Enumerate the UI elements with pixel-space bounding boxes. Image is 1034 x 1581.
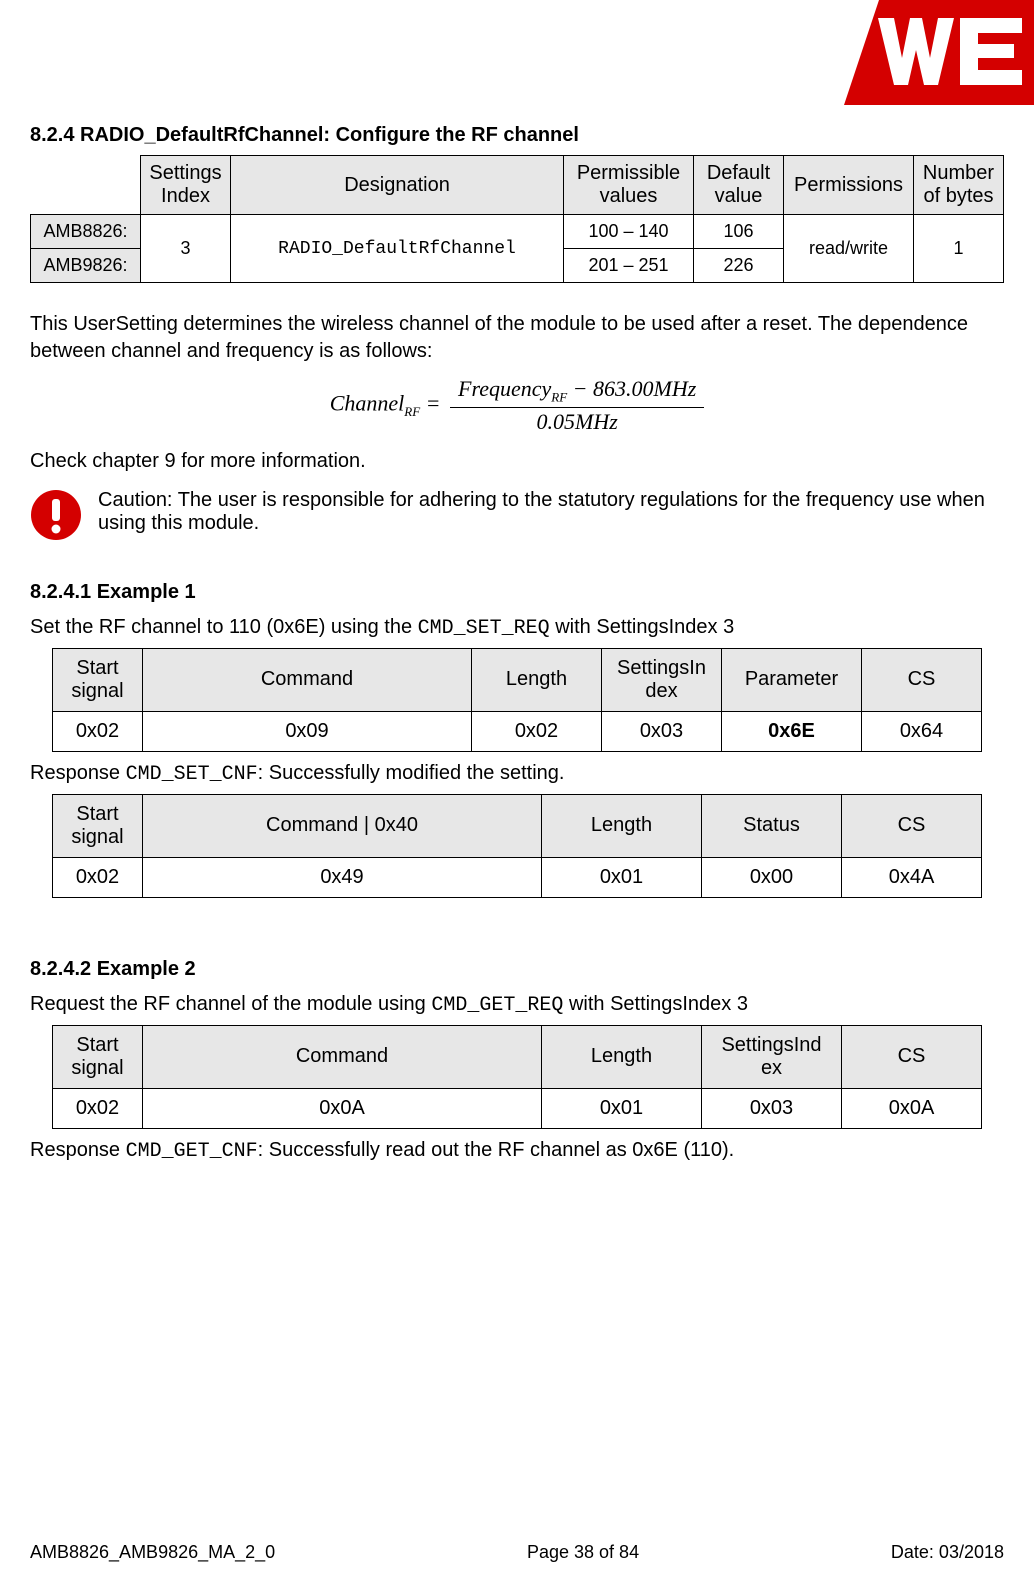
ex1b-th-cs: CS — [842, 794, 982, 857]
ex1a-param: 0x6E — [722, 711, 862, 751]
ex2-intro-b: with SettingsIndex 3 — [563, 993, 748, 1015]
ex1-intro-a: Set the RF channel to 110 (0x6E) using t… — [30, 616, 418, 638]
ex1b-th-start: Start signal — [53, 794, 143, 857]
example2-intro: Request the RF channel of the module usi… — [30, 991, 1004, 1019]
ex2a-command: 0x0A — [143, 1088, 542, 1128]
formula-mhz-1: MHz — [654, 376, 697, 401]
ex2a-th-length: Length — [542, 1025, 702, 1088]
ex2a-settings: 0x03 — [702, 1088, 842, 1128]
check-chapter: Check chapter 9 for more information. — [30, 448, 1004, 475]
footer-left: AMB8826_AMB9826_MA_2_0 — [30, 1542, 275, 1563]
ex1-response-text: Response CMD_SET_CNF: Successfully modif… — [30, 760, 1004, 788]
ex1a-settings: 0x03 — [602, 711, 722, 751]
cell-default-2: 226 — [694, 249, 784, 283]
page-footer: AMB8826_AMB9826_MA_2_0 Page 38 of 84 Dat… — [30, 1542, 1004, 1563]
ex1a-th-start: Start signal — [53, 648, 143, 711]
cell-default-1: 106 — [694, 215, 784, 249]
ex1-intro-b: with SettingsIndex 3 — [550, 616, 735, 638]
ex1b-cs: 0x4A — [842, 857, 982, 897]
ex1b-command: 0x49 — [143, 857, 542, 897]
th-default: Default value — [694, 156, 784, 215]
ex2-resp-cmd: CMD_GET_CNF — [126, 1140, 258, 1163]
ex2a-th-command: Command — [143, 1025, 542, 1088]
ex2a-th-cs: CS — [842, 1025, 982, 1088]
ex1a-th-cs: CS — [862, 648, 982, 711]
empty-cell — [31, 156, 141, 215]
ex1a-cs: 0x64 — [862, 711, 982, 751]
ex2a-th-settings: SettingsInd ex — [702, 1025, 842, 1088]
ex2-req-table: Start signal Command Length SettingsInd … — [52, 1025, 982, 1129]
ex2-intro-cmd: CMD_GET_REQ — [431, 994, 563, 1017]
ex1b-length: 0x01 — [542, 857, 702, 897]
formula-rf-sub-1: RF — [404, 404, 420, 419]
formula-channel: Channel — [330, 390, 405, 415]
ex1a-th-command: Command — [143, 648, 472, 711]
cell-settings-index: 3 — [141, 215, 231, 283]
formula-mhz-2: MHz — [575, 409, 618, 434]
formula-rf-sub-2: RF — [551, 389, 567, 404]
ex1-resp-a: Response — [30, 762, 126, 784]
ex1a-th-settings: SettingsIn dex — [602, 648, 722, 711]
ex1-intro-cmd: CMD_SET_REQ — [418, 617, 550, 640]
ex1a-th-param: Parameter — [722, 648, 862, 711]
cell-permissible-1: 100 – 140 — [564, 215, 694, 249]
ex1-resp-b: : Successfully modified the setting. — [258, 762, 565, 784]
cell-designation: RADIO_DefaultRfChannel — [231, 215, 564, 283]
row-label-amb8826: AMB8826: — [31, 215, 141, 249]
ex1b-th-length: Length — [542, 794, 702, 857]
th-designation: Designation — [231, 156, 564, 215]
ex1a-length: 0x02 — [472, 711, 602, 751]
ex2a-th-start: Start signal — [53, 1025, 143, 1088]
cell-permissions: read/write — [784, 215, 914, 283]
cell-permissible-2: 201 – 251 — [564, 249, 694, 283]
cell-numbytes: 1 — [914, 215, 1004, 283]
ex2-response-text: Response CMD_GET_CNF: Successfully read … — [30, 1137, 1004, 1165]
ex1a-th-length: Length — [472, 648, 602, 711]
footer-center: Page 38 of 84 — [527, 1542, 639, 1563]
ex1b-start: 0x02 — [53, 857, 143, 897]
formula-den-val: 0.05 — [537, 409, 576, 434]
ex1a-command: 0x09 — [143, 711, 472, 751]
th-permissions: Permissions — [784, 156, 914, 215]
formula: ChannelRF = FrequencyRF − 863.00MHz 0.05… — [30, 377, 1004, 434]
caution-icon — [30, 489, 82, 541]
ex1b-th-status: Status — [702, 794, 842, 857]
intro-paragraph: This UserSetting determines the wireless… — [30, 311, 1004, 365]
ex1-cnf-table: Start signal Command | 0x40 Length Statu… — [52, 794, 982, 898]
ex1-req-table: Start signal Command Length SettingsIn d… — [52, 648, 982, 752]
ex2a-cs: 0x0A — [842, 1088, 982, 1128]
ex2a-length: 0x01 — [542, 1088, 702, 1128]
brand-logo — [844, 0, 1034, 105]
ex2-resp-b: : Successfully read out the RF channel a… — [258, 1139, 735, 1161]
row-label-amb9826: AMB9826: — [31, 249, 141, 283]
th-settings-index: Settings Index — [141, 156, 231, 215]
ex1b-th-command: Command | 0x40 — [143, 794, 542, 857]
ex2a-start: 0x02 — [53, 1088, 143, 1128]
ex2-intro-a: Request the RF channel of the module usi… — [30, 993, 431, 1015]
formula-frequency: Frequency — [458, 376, 551, 401]
section-heading: 8.2.4 RADIO_DefaultRfChannel: Configure … — [30, 124, 1004, 147]
ex1a-start: 0x02 — [53, 711, 143, 751]
example1-heading: 8.2.4.1 Example 1 — [30, 581, 1004, 604]
th-permissible: Permissible values — [564, 156, 694, 215]
ex2-resp-a: Response — [30, 1139, 126, 1161]
th-numbytes: Number of bytes — [914, 156, 1004, 215]
example1-intro: Set the RF channel to 110 (0x6E) using t… — [30, 614, 1004, 642]
footer-right: Date: 03/2018 — [891, 1542, 1004, 1563]
formula-equals: = — [426, 390, 446, 415]
formula-minus: − 863.00 — [567, 376, 653, 401]
settings-table: Settings Index Designation Permissible v… — [30, 155, 1004, 283]
example2-heading: 8.2.4.2 Example 2 — [30, 958, 1004, 981]
ex1b-status: 0x00 — [702, 857, 842, 897]
ex1-resp-cmd: CMD_SET_CNF — [126, 763, 258, 786]
caution-text: Caution: The user is responsible for adh… — [98, 489, 1004, 535]
